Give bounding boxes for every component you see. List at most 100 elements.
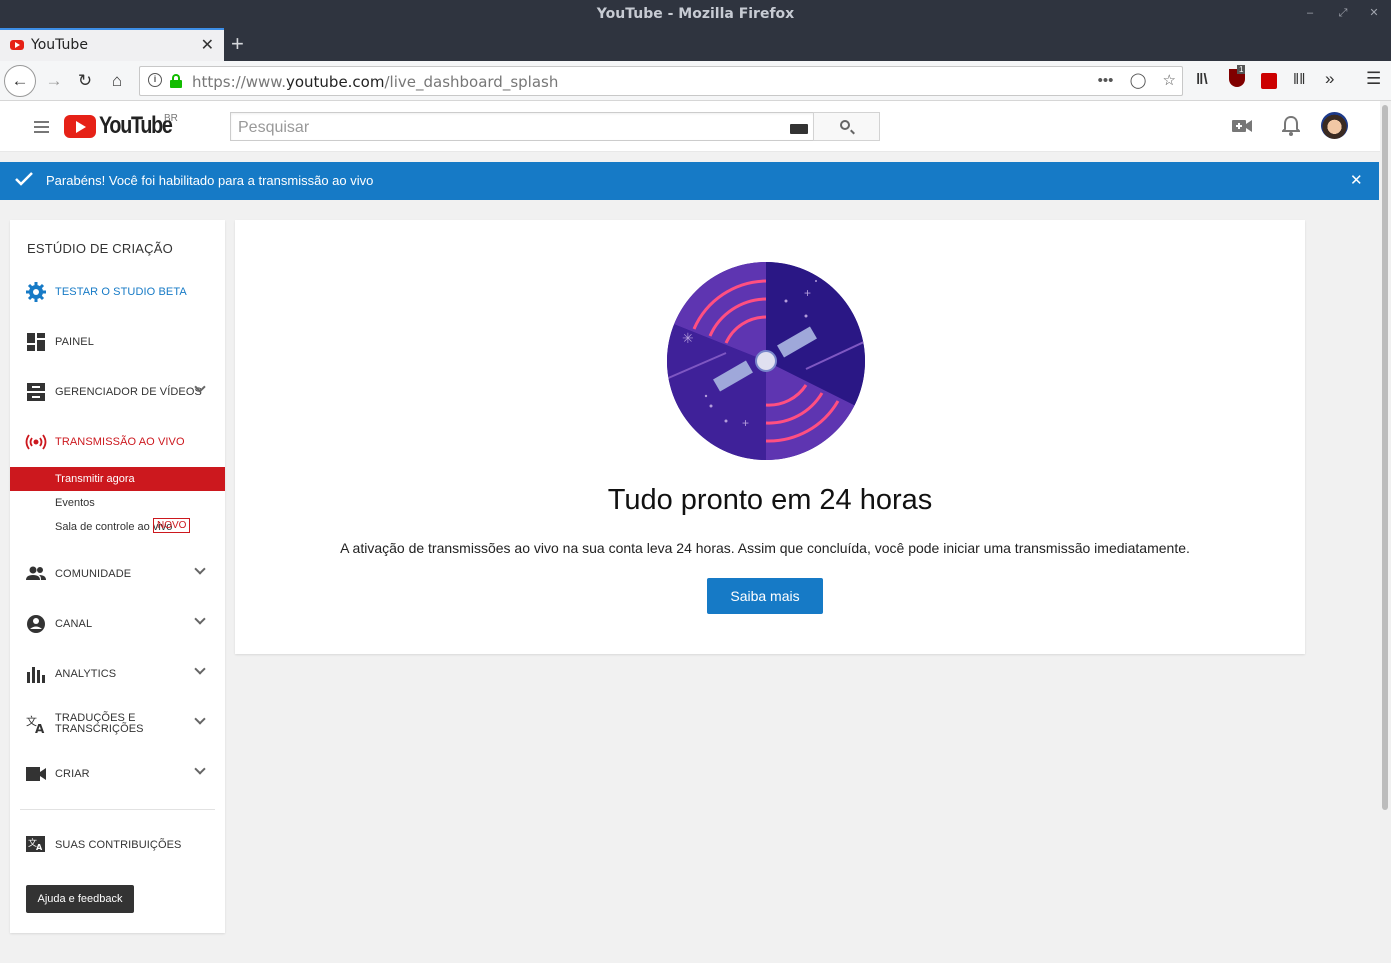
gear-icon [26, 282, 46, 302]
navigation-toolbar: ← → ↻ ⌂ i https://www.youtube.com/live_d… [0, 61, 1391, 101]
overflow-menu-icon[interactable]: » [1325, 69, 1334, 89]
satellite-illustration: + + ✳ [667, 262, 865, 460]
scrollbar-thumb[interactable] [1382, 105, 1388, 810]
community-icon [26, 566, 46, 580]
sidebar-item-dashboard[interactable]: PAINEL [10, 327, 225, 357]
ublock-icon[interactable]: 1 [1229, 65, 1246, 87]
learn-more-button[interactable]: Saiba mais [707, 578, 823, 614]
back-icon[interactable]: ← [4, 65, 36, 97]
url-bar[interactable]: i https://www.youtube.com/live_dashboard… [139, 66, 1183, 96]
lock-icon [170, 74, 182, 88]
sidebar-item-community[interactable]: COMUNIDADE [10, 559, 225, 589]
hamburger-menu-icon[interactable]: ☰ [1366, 69, 1381, 89]
new-badge: NOVO [153, 518, 191, 533]
sidebar-subitem-label: Eventos [55, 497, 95, 509]
sidebar-item-label: TESTAR O STUDIO BETA [55, 286, 187, 298]
success-banner: Parabéns! Você foi habilitado para a tra… [0, 162, 1379, 200]
extension-bars-icon[interactable]: ‖‖ [1293, 71, 1305, 88]
svg-text:+: + [742, 416, 749, 430]
dismiss-banner-icon[interactable]: ✕ [1350, 171, 1363, 189]
sidebar-item-label: CANAL [55, 618, 93, 630]
reload-icon[interactable]: ↻ [71, 67, 99, 95]
svg-text:✳: ✳ [682, 330, 694, 346]
minimize-icon[interactable]: – [1302, 5, 1318, 21]
search-input[interactable]: Pesquisar [230, 112, 814, 141]
sidebar-item-label: PAINEL [55, 336, 94, 348]
home-icon[interactable]: ⌂ [103, 67, 131, 95]
tab-bar: YouTube ✕ + [0, 28, 1391, 61]
help-feedback-button[interactable]: Ajuda e feedback [26, 885, 134, 913]
extension-red-icon[interactable] [1261, 73, 1277, 89]
create-icon [26, 767, 46, 781]
upload-video-icon[interactable] [1232, 119, 1252, 138]
window-titlebar: YouTube - Mozilla Firefox – ⤢ ✕ [0, 0, 1391, 28]
translate-icon: 文A [26, 714, 45, 734]
creator-studio-sidebar: ESTÚDIO DE CRIAÇÃO TESTAR O STUDIO BETA … [10, 220, 225, 933]
sidebar-item-label: ANALYTICS [55, 668, 117, 680]
tab-title: YouTube [31, 37, 88, 53]
youtube-logo-icon[interactable] [64, 115, 96, 138]
url-prefix: https://www. [192, 73, 286, 91]
sidebar-item-video-manager[interactable]: GERENCIADOR DE VÍDEOS [10, 377, 225, 407]
pocket-icon[interactable]: ◯ [1130, 72, 1147, 89]
browser-tab[interactable]: YouTube ✕ [0, 28, 224, 61]
ublock-badge: 1 [1237, 65, 1246, 74]
banner-message: Parabéns! Você foi habilitado para a tra… [46, 173, 374, 188]
site-info-icon[interactable]: i [148, 73, 162, 87]
avatar[interactable] [1321, 112, 1348, 139]
region-label: BR [164, 113, 178, 124]
guide-menu-icon[interactable] [34, 121, 49, 133]
live-broadcast-icon [25, 434, 47, 450]
chevron-down-icon[interactable] [194, 613, 206, 625]
vertical-scrollbar[interactable] [1380, 101, 1391, 963]
page-actions-icon[interactable]: ••• [1098, 72, 1114, 89]
video-manager-icon [27, 383, 45, 401]
svg-text:A: A [36, 843, 43, 852]
card-description: A ativação de transmissões ao vivo na su… [340, 540, 1190, 556]
sidebar-item-studio-beta[interactable]: TESTAR O STUDIO BETA [10, 277, 225, 307]
window-title: YouTube - Mozilla Firefox [596, 6, 795, 22]
forward-icon[interactable]: → [40, 67, 68, 95]
youtube-favicon-icon [10, 40, 24, 50]
live-splash-card: + + ✳ Tudo pronto em 24 horas A ativação… [235, 220, 1305, 654]
sidebar-subitem-live-control-room[interactable]: Sala de controle ao vivo NOVO [10, 515, 225, 539]
sidebar-subitem-stream-now[interactable]: Transmitir agora [10, 467, 225, 491]
sidebar-item-translations[interactable]: 文A TRADUÇÕES E TRANSCRIÇÕES [10, 709, 225, 739]
close-tab-icon[interactable]: ✕ [201, 35, 214, 55]
sidebar-item-label: GERENCIADOR DE VÍDEOS [55, 386, 202, 398]
new-tab-icon[interactable]: + [231, 31, 244, 57]
svg-text:+: + [804, 286, 811, 300]
url-path: /live_dashboard_splash [384, 73, 559, 91]
notifications-bell-icon[interactable] [1280, 115, 1302, 142]
url-text[interactable]: https://www.youtube.com/live_dashboard_s… [192, 73, 558, 91]
sidebar-item-label: CRIAR [55, 768, 90, 780]
keyboard-icon[interactable] [790, 124, 808, 134]
youtube-logo-text[interactable]: YouTube [99, 112, 173, 140]
chevron-down-icon[interactable] [194, 763, 206, 775]
library-icon[interactable]: ‖\ [1196, 71, 1208, 88]
sidebar-item-contributions[interactable]: 文A SUAS CONTRIBUIÇÕES [10, 830, 225, 860]
sidebar-item-live[interactable]: TRANSMISSÃO AO VIVO [10, 427, 225, 457]
bookmark-star-icon[interactable]: ☆ [1163, 72, 1176, 89]
sidebar-item-analytics[interactable]: ANALYTICS [10, 659, 225, 689]
dashboard-icon [27, 333, 45, 351]
sidebar-item-label: TRANSMISSÃO AO VIVO [55, 436, 185, 448]
contributions-icon: 文A [26, 836, 45, 852]
sidebar-item-label: TRADUÇÕES E TRANSCRIÇÕES [55, 712, 144, 735]
maximize-icon[interactable]: ⤢ [1335, 5, 1351, 21]
sidebar-title: ESTÚDIO DE CRIAÇÃO [27, 241, 173, 256]
chevron-down-icon[interactable] [194, 663, 206, 675]
channel-icon [27, 615, 45, 633]
svg-text:A: A [35, 722, 45, 734]
url-host: youtube.com [285, 73, 385, 91]
chevron-down-icon[interactable] [194, 563, 206, 575]
sidebar-item-create[interactable]: CRIAR [10, 759, 225, 789]
chevron-down-icon[interactable] [194, 713, 206, 725]
sidebar-subitem-events[interactable]: Eventos [10, 491, 225, 515]
search-button[interactable] [813, 112, 880, 141]
sidebar-subitem-label: Transmitir agora [55, 473, 135, 485]
youtube-header: YouTube BR Pesquisar [0, 101, 1380, 152]
sidebar-item-channel[interactable]: CANAL [10, 609, 225, 639]
search-placeholder: Pesquisar [238, 119, 310, 136]
close-window-icon[interactable]: ✕ [1366, 5, 1382, 21]
